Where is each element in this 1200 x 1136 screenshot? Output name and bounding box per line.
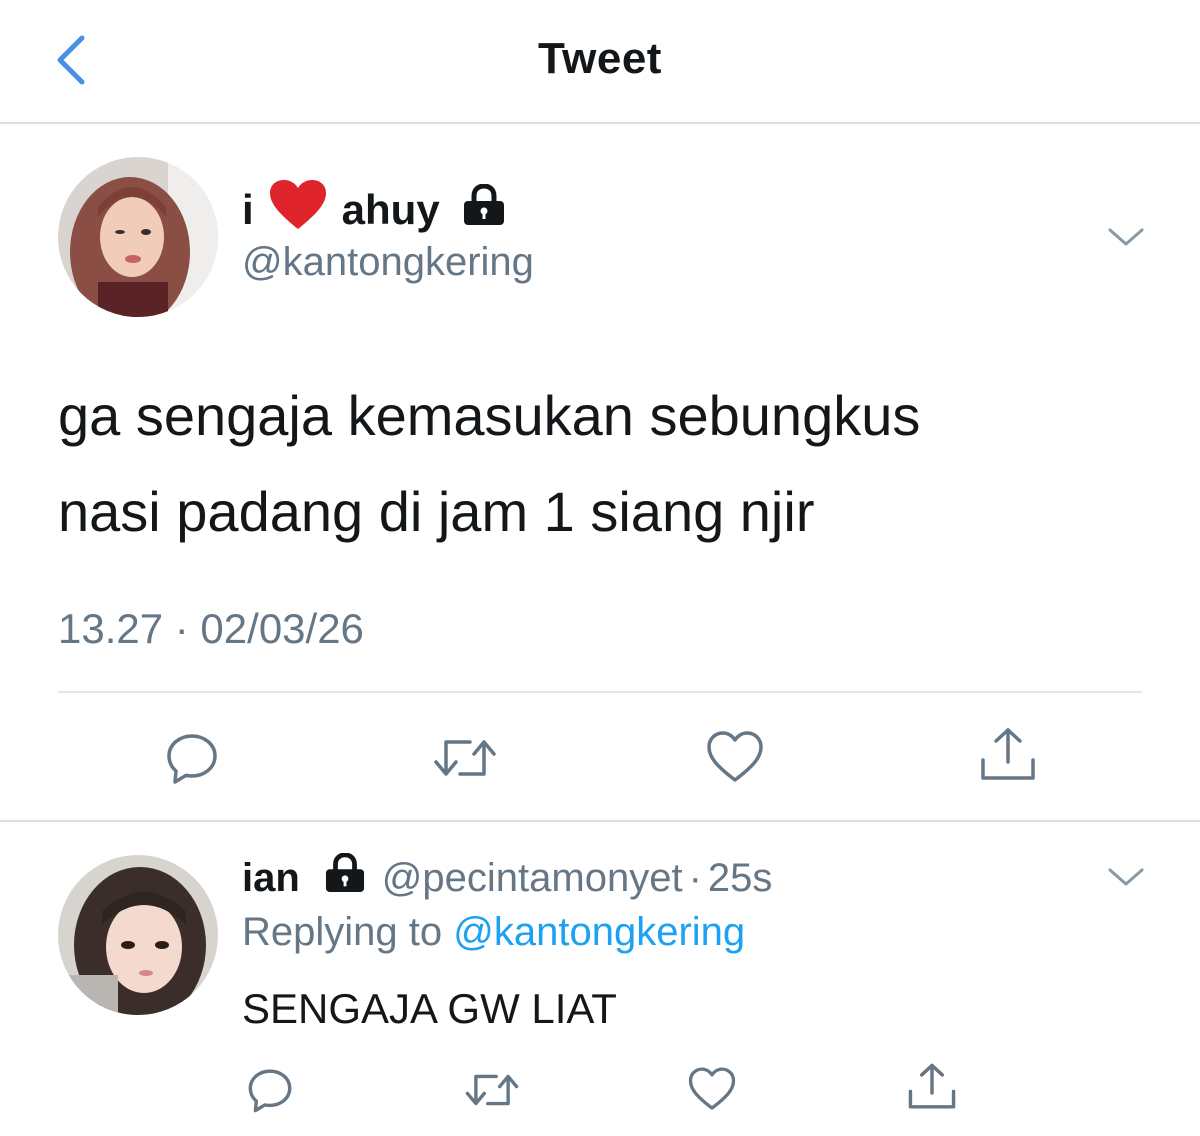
share-icon [908,1063,956,1109]
tweet-author-handle[interactable]: @kantongkering [242,240,534,285]
chevron-down-icon [1108,868,1144,886]
share-icon [981,728,1035,780]
chevron-down-icon [1108,228,1144,246]
reply-icon [248,1069,292,1113]
replying-to-mention[interactable]: @kantongkering [453,910,745,954]
tweet-author-name[interactable]: i ahuy [242,180,506,240]
reply-icon [167,734,217,784]
author-name-suffix: ahuy [341,186,440,233]
avatar[interactable] [58,157,218,317]
lock-icon [324,852,366,903]
separator-dot: · [688,855,702,900]
heart-emoji-icon [268,179,328,241]
like-icon [688,1067,736,1110]
reply-button[interactable] [164,730,220,791]
tweet-text: ga sengaja kemasukan sebungkus nasi pada… [58,368,1158,560]
lock-icon [462,183,506,236]
like-button[interactable] [688,1066,736,1117]
retweet-button[interactable] [464,1066,520,1119]
page-title: Tweet [538,34,662,83]
avatar[interactable] [58,855,218,1015]
replying-to: Replying to @kantongkering [242,910,745,955]
divider [0,820,1200,822]
reply-text: SENGAJA GW LIAT [242,985,617,1032]
replying-to-label: Replying to [242,910,443,954]
reply-author-name[interactable]: ian [242,856,300,901]
reply-time[interactable]: 25s [708,856,773,901]
retweet-icon [434,740,496,776]
reply-options-button[interactable] [1106,862,1146,892]
divider [58,691,1142,693]
like-button[interactable] [706,730,764,789]
reply-author-handle[interactable]: @pecintamonyet [382,856,683,901]
reply-header: ian @pecintamonyet · 25s [242,850,772,906]
like-icon [707,731,763,782]
share-button[interactable] [906,1062,958,1117]
top-bar: Tweet [0,0,1200,124]
tweet-options-button[interactable] [1106,222,1146,252]
tweet-timestamp[interactable]: 13.27 · 02/03/26 [58,605,364,653]
retweet-icon [465,1074,519,1106]
tweet-text-line: ga sengaja kemasukan sebungkus [58,384,921,447]
tweet-text-line: nasi padang di jam 1 siang njir [58,480,815,543]
share-button[interactable] [978,726,1038,789]
reply-button[interactable] [246,1066,294,1119]
retweet-button[interactable] [432,730,498,791]
author-name-prefix: i [242,186,254,233]
